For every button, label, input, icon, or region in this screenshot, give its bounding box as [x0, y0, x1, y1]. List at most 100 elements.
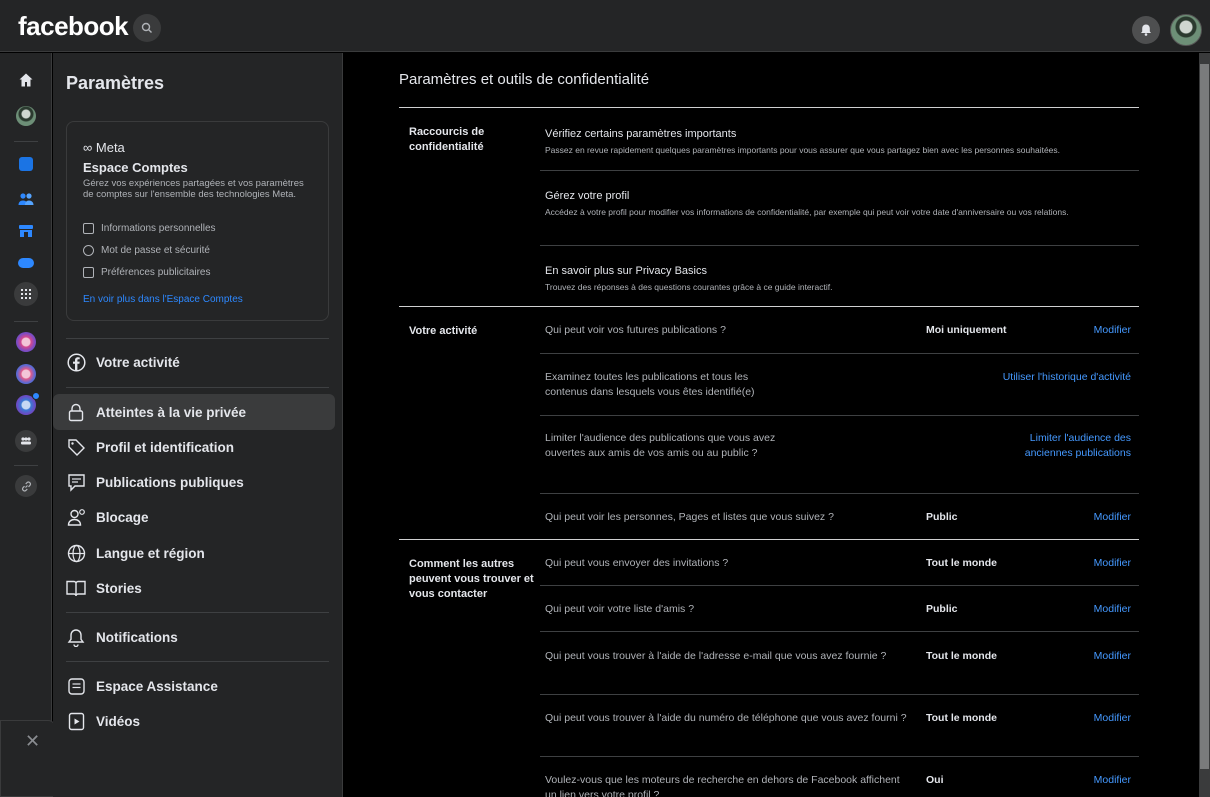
settings-sidebar: Paramètres ∞ Meta Espace Comptes Gérez v…: [53, 53, 343, 797]
sidebar-item-profile-tagging[interactable]: Profil et identification: [53, 429, 335, 465]
personal-info-label: Informations personnelles: [101, 222, 216, 234]
block-user-icon: [66, 507, 86, 527]
profile-avatar-small[interactable]: [14, 104, 38, 128]
setting-question: Qui peut voir vos futures publications ?: [545, 324, 726, 336]
edit-button[interactable]: Modifier: [1094, 602, 1131, 617]
edit-button[interactable]: Modifier: [1094, 649, 1131, 664]
setting-value: Oui: [926, 774, 944, 786]
setting-question: Examinez toutes les publications et tous…: [545, 371, 755, 398]
close-icon[interactable]: ✕: [25, 731, 40, 752]
section-divider: [399, 107, 1139, 108]
setting-value: Public: [926, 511, 958, 523]
sidebar-item-support[interactable]: Espace Assistance: [53, 668, 335, 704]
setting-question: Qui peut vous envoyer des invitations ?: [545, 557, 729, 569]
shortcut-title[interactable]: Gérez votre profil: [545, 190, 629, 202]
sidebar-item-blocking[interactable]: Blocage: [53, 499, 335, 535]
groups-icon[interactable]: [14, 429, 38, 453]
section-label-contact: Comment les autres peuvent vous trouver …: [409, 558, 534, 600]
page-title: Paramètres et outils de confidentialité: [399, 71, 650, 88]
setting-value: Tout le monde: [926, 557, 997, 569]
setting-question: Voulez-vous que les moteurs de recherche…: [545, 774, 900, 797]
row-divider: [540, 415, 1139, 416]
sidebar-item-label: Votre activité: [96, 354, 180, 370]
globe-icon: [66, 543, 86, 563]
ad-preferences-label: Préférences publicitaires: [101, 266, 211, 278]
setting-value: Public: [926, 603, 958, 615]
book-icon: [66, 578, 86, 598]
sidebar-item-activity[interactable]: Votre activité: [53, 344, 335, 380]
group-avatar-icon[interactable]: [14, 330, 38, 354]
video-icon: [66, 711, 86, 731]
home-icon[interactable]: [14, 68, 38, 92]
search-icon[interactable]: [133, 14, 161, 42]
sidebar-item-label: Vidéos: [96, 713, 141, 729]
personal-info-link[interactable]: Informations personnelles: [83, 219, 216, 237]
edit-button[interactable]: Modifier: [1094, 556, 1131, 571]
row-divider: [540, 170, 1139, 171]
ad-preferences-link[interactable]: Préférences publicitaires: [83, 263, 211, 281]
edit-button[interactable]: Modifier: [1094, 711, 1131, 726]
marketplace-icon[interactable]: [14, 219, 38, 243]
sidebar-divider: [66, 387, 329, 388]
setting-value: Moi uniquement: [926, 324, 1007, 336]
gaming-icon[interactable]: [14, 251, 38, 275]
lock-icon: [66, 402, 86, 422]
link-icon[interactable]: [14, 474, 38, 498]
section-divider: [399, 539, 1139, 540]
sidebar-item-label: Notifications: [96, 629, 178, 645]
menu-grid-icon[interactable]: [14, 282, 38, 306]
sidebar-divider: [66, 338, 329, 339]
row-divider: [540, 585, 1139, 586]
accounts-center-more-link[interactable]: En voir plus dans l'Espace Comptes: [83, 294, 243, 305]
rail-divider: [14, 141, 38, 142]
shortcut-title[interactable]: En savoir plus sur Privacy Basics: [545, 265, 707, 277]
sidebar-item-language[interactable]: Langue et région: [53, 535, 335, 571]
rail-divider: [14, 321, 38, 322]
left-rail: [0, 53, 52, 797]
top-bar: facebook: [0, 0, 1210, 52]
close-panel[interactable]: ✕: [0, 720, 56, 797]
ad-icon: [83, 266, 94, 278]
sidebar-divider: [66, 612, 329, 613]
accounts-center-card[interactable]: ∞ Meta Espace Comptes Gérez vos expérien…: [66, 121, 329, 321]
group-avatar-icon[interactable]: [14, 362, 38, 386]
bell-icon[interactable]: [1132, 16, 1160, 44]
row-divider: [540, 631, 1139, 632]
section-label-shortcuts: Raccourcis de confidentialité: [409, 126, 485, 153]
shield-icon: [83, 244, 94, 256]
sidebar-item-public-posts[interactable]: Publications publiques: [53, 464, 335, 500]
setting-question: Qui peut voir votre liste d'amis ?: [545, 603, 695, 615]
shortcut-title[interactable]: Vérifiez certains paramètres importants: [545, 128, 736, 140]
public-post-icon: [66, 472, 86, 492]
sidebar-item-label: Langue et région: [96, 545, 205, 561]
row-divider: [540, 756, 1139, 757]
sidebar-item-label: Espace Assistance: [96, 678, 218, 694]
sidebar-item-notifications[interactable]: Notifications: [53, 619, 335, 655]
group-avatar-icon[interactable]: [14, 392, 40, 417]
profile-avatar[interactable]: [1170, 14, 1202, 46]
watch-icon[interactable]: [14, 152, 38, 176]
facebook-icon: [66, 352, 86, 372]
sidebar-item-label: Atteintes à la vie privée: [96, 404, 247, 420]
edit-button[interactable]: Modifier: [1094, 323, 1131, 338]
friends-icon[interactable]: [14, 187, 38, 211]
activity-log-button[interactable]: Utiliser l'historique d'activité: [1003, 370, 1131, 385]
password-security-label: Mot de passe et sécurité: [101, 244, 210, 256]
shortcut-description: Passez en revue rapidement quelques para…: [545, 145, 1061, 155]
sidebar-item-stories[interactable]: Stories: [53, 570, 335, 606]
row-divider: [540, 245, 1139, 246]
setting-question: Limiter l'audience des publications que …: [545, 432, 776, 459]
limit-past-posts-button[interactable]: Limiter l'audience des anciennes publica…: [991, 431, 1131, 461]
edit-button[interactable]: Modifier: [1094, 773, 1131, 788]
rail-divider: [14, 465, 38, 466]
sidebar-item-label: Publications publiques: [96, 474, 244, 490]
section-label-activity: Votre activité: [409, 325, 478, 337]
edit-button[interactable]: Modifier: [1094, 510, 1131, 525]
facebook-logo[interactable]: facebook: [18, 13, 129, 39]
sidebar-item-videos[interactable]: Vidéos: [53, 703, 335, 739]
sidebar-item-privacy[interactable]: Atteintes à la vie privée: [53, 394, 335, 430]
scrollbar-thumb[interactable]: [1200, 64, 1209, 769]
password-security-link[interactable]: Mot de passe et sécurité: [83, 241, 210, 259]
tag-icon: [66, 437, 86, 457]
section-divider: [399, 306, 1139, 307]
